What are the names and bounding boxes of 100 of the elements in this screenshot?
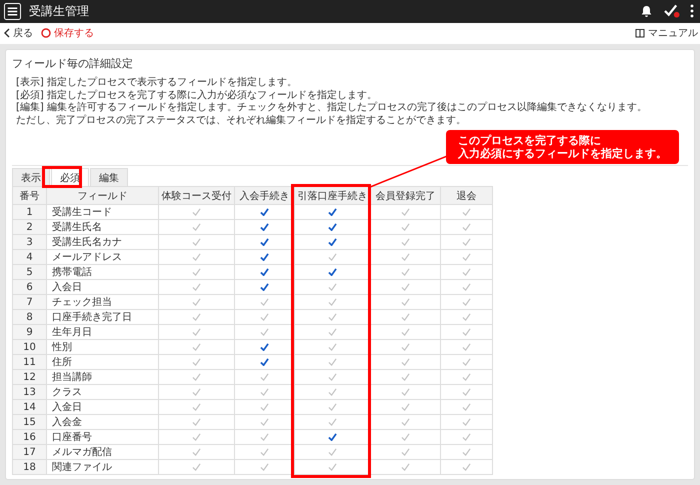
checkmark-icon[interactable]	[192, 418, 201, 426]
checkmark-icon[interactable]	[462, 358, 471, 366]
checkmark-icon[interactable]	[260, 462, 269, 471]
checkmark-icon[interactable]	[260, 402, 269, 411]
checkmark-icon[interactable]	[401, 298, 410, 306]
checkmark-icon[interactable]	[462, 268, 471, 276]
checkmark-icon[interactable]	[192, 222, 201, 231]
checkmark-icon[interactable]	[401, 328, 410, 336]
checkmark-icon[interactable]	[260, 298, 269, 306]
checkmark-icon[interactable]	[192, 298, 201, 306]
checkmark-icon[interactable]	[260, 222, 269, 231]
back-link[interactable]: 戻る	[4, 26, 33, 40]
checkmark-icon[interactable]	[328, 238, 337, 246]
checkmark-icon[interactable]	[462, 372, 471, 381]
checkmark-icon[interactable]	[328, 328, 337, 336]
checkmark-icon[interactable]	[328, 462, 337, 471]
checkmark-icon[interactable]	[260, 448, 269, 456]
checkmark-icon[interactable]	[462, 282, 471, 291]
checkmark-icon[interactable]	[260, 312, 269, 321]
checkmark-icon[interactable]	[462, 388, 471, 396]
checkmark-icon[interactable]	[401, 418, 410, 426]
save-link[interactable]: 保存する	[41, 26, 94, 40]
checkmark-icon[interactable]	[462, 238, 471, 246]
checkmark-icon[interactable]	[192, 402, 201, 411]
checkmark-icon[interactable]	[260, 372, 269, 381]
checkmark-icon[interactable]	[401, 342, 410, 351]
checkmark-icon[interactable]	[260, 268, 269, 276]
checkmark-icon[interactable]	[328, 222, 337, 231]
checkmark-icon[interactable]	[401, 388, 410, 396]
bell-icon[interactable]	[641, 4, 652, 18]
checkmark-icon[interactable]	[328, 298, 337, 306]
checkmark-icon[interactable]	[328, 388, 337, 396]
checkmark-icon[interactable]	[462, 298, 471, 306]
checkmark-icon[interactable]	[192, 252, 201, 261]
checkmark-icon[interactable]	[192, 328, 201, 336]
checkmark-icon[interactable]	[192, 342, 201, 351]
menu-icon[interactable]	[4, 2, 21, 20]
checkmark-icon[interactable]	[192, 268, 201, 276]
checkmark-icon[interactable]	[328, 358, 337, 366]
tab[interactable]: 編集	[90, 168, 128, 186]
checkmark-icon[interactable]	[260, 418, 269, 426]
more-icon[interactable]	[690, 4, 694, 18]
checkmark-icon[interactable]	[462, 222, 471, 231]
tab[interactable]: 表示	[12, 168, 50, 186]
checkmark-icon[interactable]	[462, 312, 471, 321]
checkmark-icon[interactable]	[328, 342, 337, 351]
checkmark-icon[interactable]	[328, 448, 337, 456]
checkmark-icon[interactable]	[328, 312, 337, 321]
checkmark-icon[interactable]	[192, 432, 201, 441]
checkmark-icon[interactable]	[401, 372, 410, 381]
checkmark-icon[interactable]	[328, 402, 337, 411]
checkmark-icon[interactable]	[401, 312, 410, 321]
checkmark-icon[interactable]	[462, 418, 471, 426]
checkmark-icon[interactable]	[260, 328, 269, 336]
checkmark-icon[interactable]	[462, 342, 471, 351]
checkmark-icon[interactable]	[401, 238, 410, 246]
checkmark-icon[interactable]	[462, 432, 471, 441]
checkmark-icon[interactable]	[401, 268, 410, 276]
checkmark-icon[interactable]	[260, 388, 269, 396]
checkmark-icon[interactable]	[260, 208, 269, 216]
checkmark-icon[interactable]	[192, 388, 201, 396]
checkmark-icon[interactable]	[328, 208, 337, 216]
checkmark-icon[interactable]	[462, 208, 471, 216]
checkmark-icon[interactable]	[192, 282, 201, 291]
checkmark-icon[interactable]	[401, 358, 410, 366]
checkmark-icon[interactable]	[328, 372, 337, 381]
checkmark-icon[interactable]	[401, 252, 410, 261]
checkmark-icon[interactable]	[328, 282, 337, 291]
check-icon[interactable]	[664, 4, 680, 18]
checkmark-icon[interactable]	[192, 462, 201, 471]
checkmark-icon[interactable]	[401, 402, 410, 411]
checkmark-icon[interactable]	[192, 372, 201, 381]
checkmark-icon[interactable]	[260, 358, 269, 366]
checkmark-icon[interactable]	[192, 238, 201, 246]
checkmark-icon[interactable]	[462, 402, 471, 411]
checkmark-icon[interactable]	[462, 448, 471, 456]
checkmark-icon[interactable]	[462, 328, 471, 336]
checkmark-icon[interactable]	[328, 432, 337, 441]
checkmark-icon[interactable]	[192, 448, 201, 456]
checkmark-icon[interactable]	[328, 418, 337, 426]
table-cell: 口座手続き完了日	[46, 310, 158, 324]
checkmark-icon[interactable]	[260, 282, 269, 291]
checkmark-icon[interactable]	[192, 208, 201, 216]
checkmark-icon[interactable]	[328, 268, 337, 276]
checkmark-icon[interactable]	[462, 252, 471, 261]
checkmark-icon[interactable]	[401, 462, 410, 471]
checkmark-icon[interactable]	[260, 342, 269, 351]
checkmark-icon[interactable]	[462, 462, 471, 471]
manual-link[interactable]: マニュアル	[635, 26, 698, 40]
checkmark-icon[interactable]	[401, 208, 410, 216]
checkmark-icon[interactable]	[401, 432, 410, 441]
checkmark-icon[interactable]	[328, 252, 337, 261]
checkmark-icon[interactable]	[260, 252, 269, 261]
checkmark-icon[interactable]	[260, 238, 269, 246]
checkmark-icon[interactable]	[401, 448, 410, 456]
checkmark-icon[interactable]	[192, 358, 201, 366]
checkmark-icon[interactable]	[260, 432, 269, 441]
checkmark-icon[interactable]	[192, 312, 201, 321]
checkmark-icon[interactable]	[401, 222, 410, 231]
checkmark-icon[interactable]	[401, 282, 410, 291]
